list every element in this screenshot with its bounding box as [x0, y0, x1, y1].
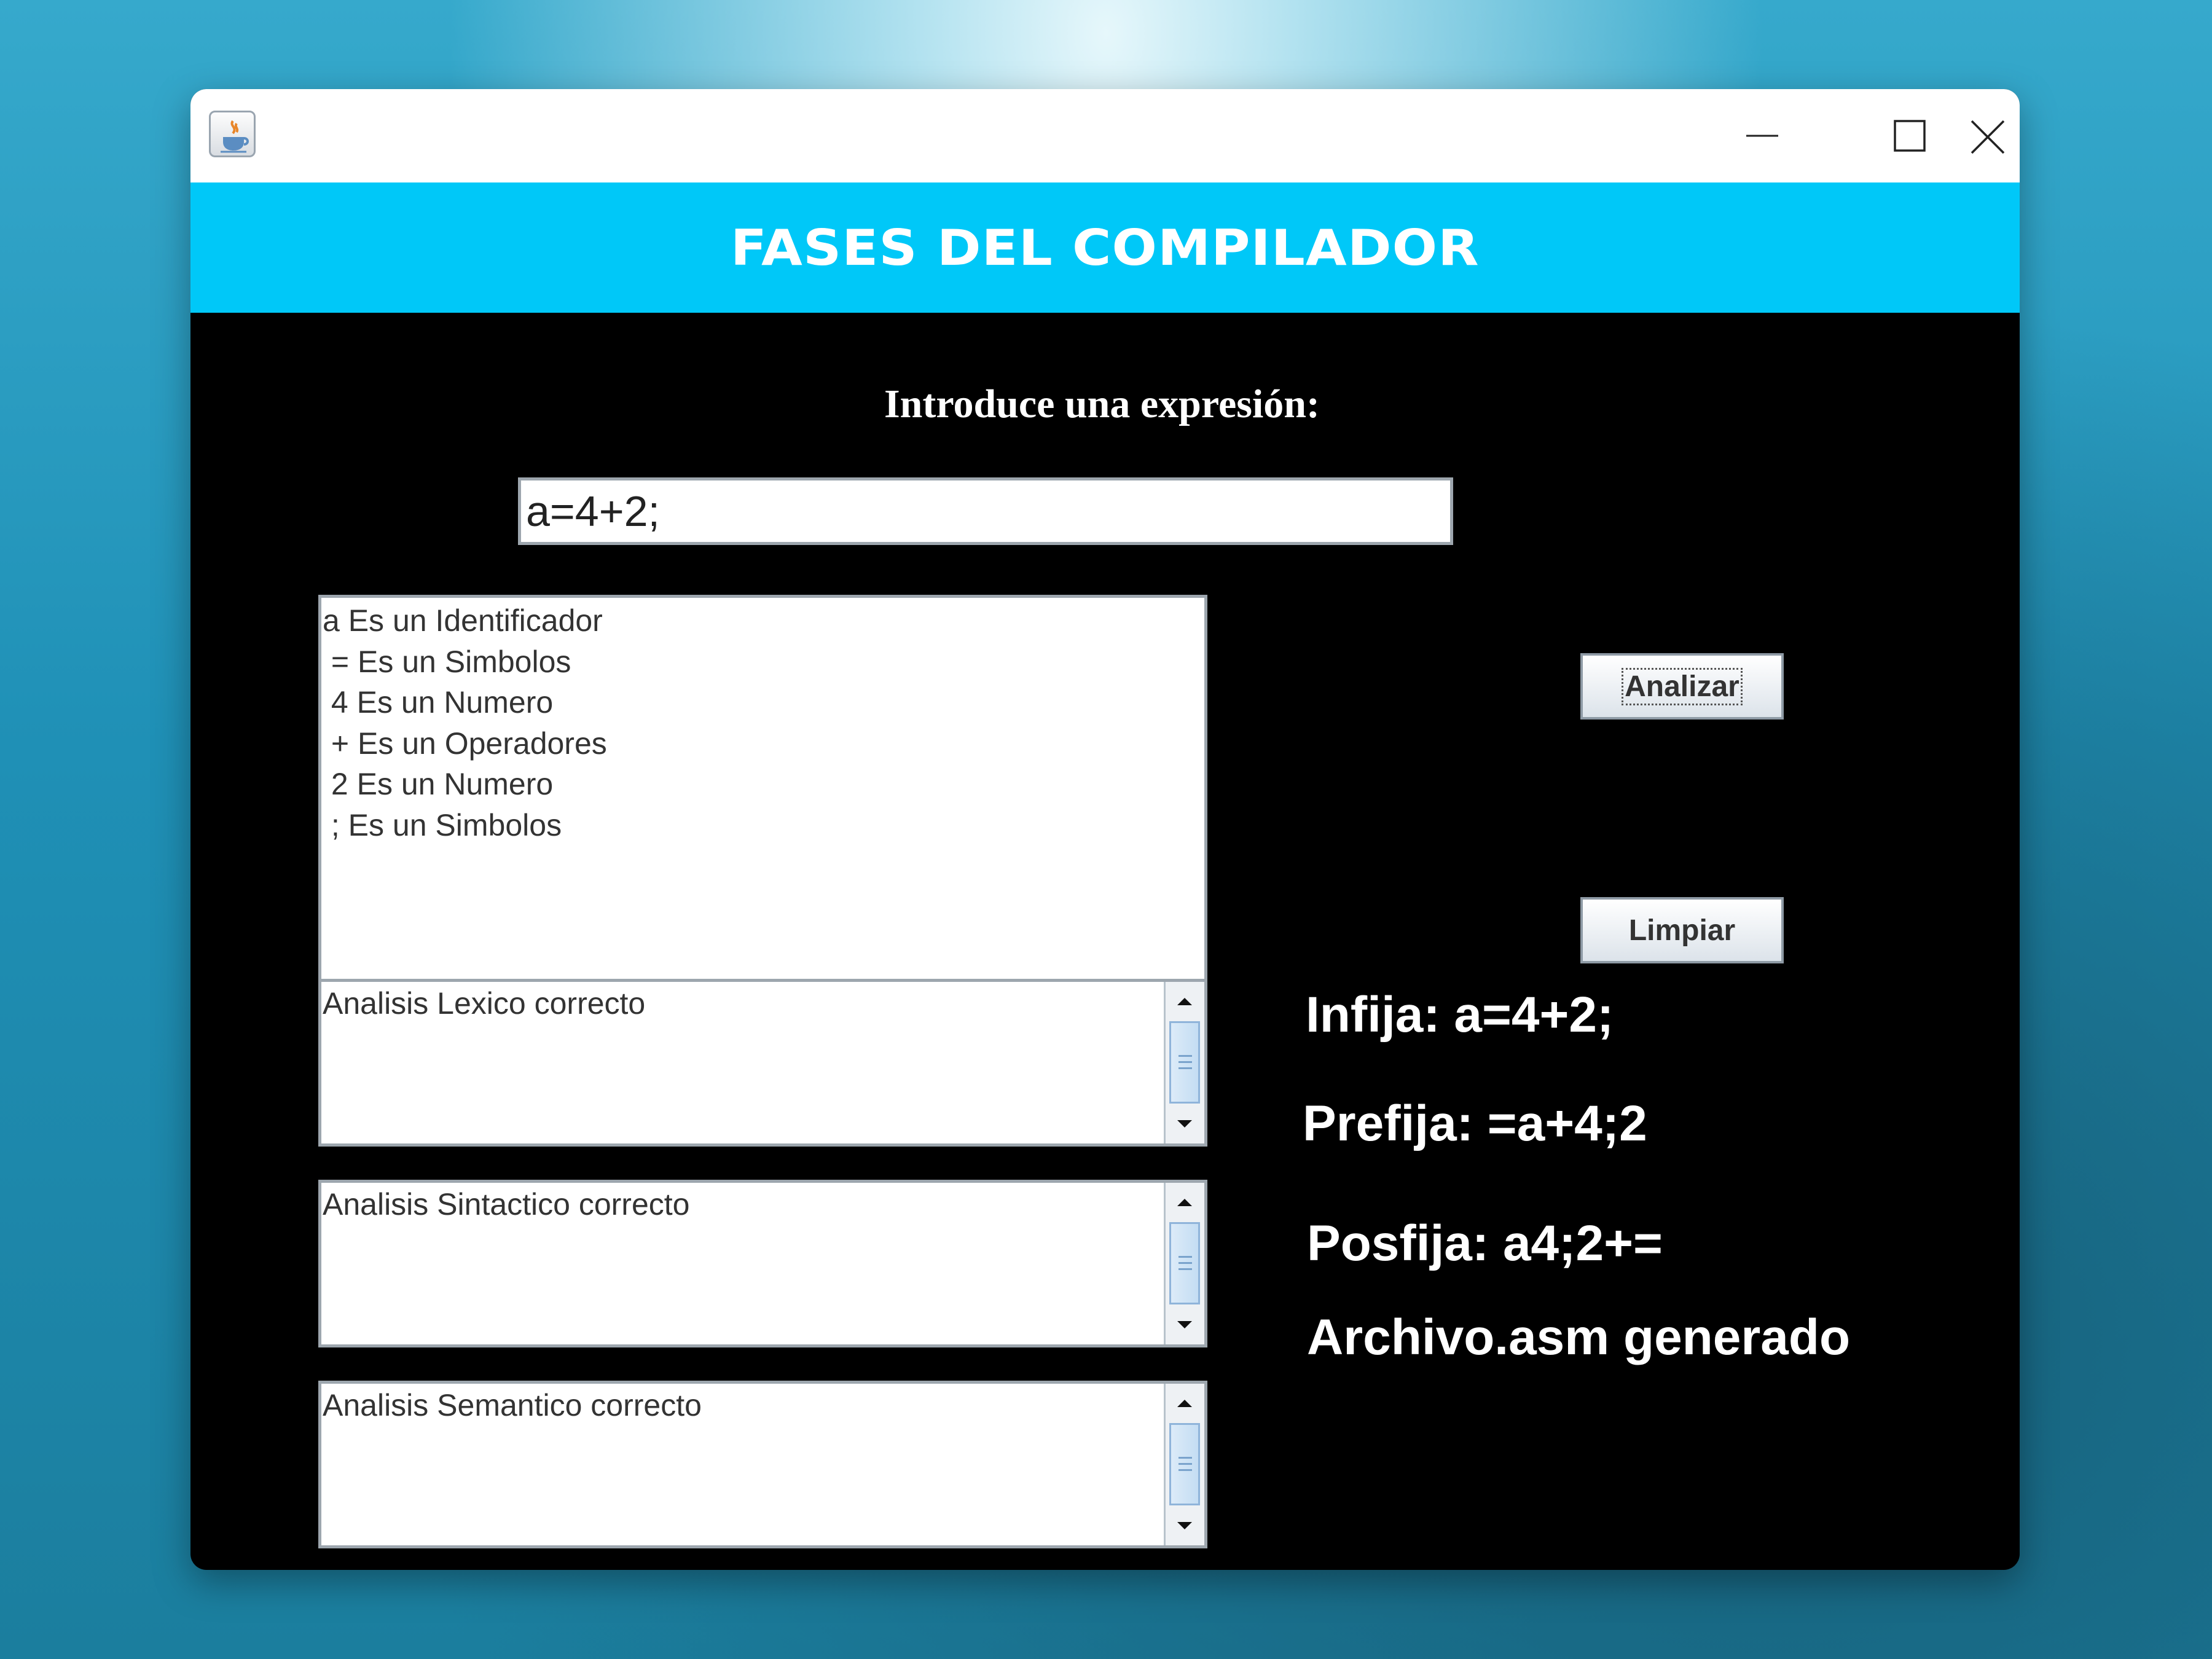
scroll-thumb[interactable] — [1169, 1021, 1200, 1104]
lexico-scrollbar[interactable] — [1164, 982, 1204, 1143]
infija-label: Infija: a=4+2; — [1306, 987, 1614, 1043]
scroll-thumb[interactable] — [1169, 1222, 1200, 1304]
scroll-down-icon[interactable] — [1168, 1308, 1201, 1342]
title-bar — [190, 89, 2020, 182]
limpiar-button[interactable]: Limpiar — [1580, 897, 1784, 963]
scroll-thumb[interactable] — [1169, 1423, 1200, 1505]
minimize-button[interactable] — [1688, 89, 1836, 182]
sintactico-result-text: Analisis Sintactico correcto — [323, 1187, 690, 1222]
analizar-button-label: Analizar — [1622, 667, 1743, 705]
lexico-result-area[interactable]: Analisis Lexico correcto — [318, 979, 1207, 1147]
token-line: = Es un Simbolos — [323, 644, 571, 679]
scroll-up-icon[interactable] — [1168, 1185, 1201, 1220]
close-button[interactable] — [1971, 89, 2020, 182]
scroll-down-icon[interactable] — [1168, 1508, 1201, 1543]
minimize-icon — [1746, 135, 1778, 137]
sintactico-result-area[interactable]: Analisis Sintactico correcto — [318, 1180, 1207, 1347]
archivo-status-label: Archivo.asm generado — [1307, 1309, 1851, 1365]
java-app-icon[interactable] — [209, 111, 256, 157]
semantico-result-text: Analisis Semantico correcto — [323, 1388, 702, 1422]
sintactico-scrollbar[interactable] — [1164, 1183, 1204, 1344]
prefija-label: Prefija: =a+4;2 — [1303, 1096, 1647, 1151]
semantico-scrollbar[interactable] — [1164, 1384, 1204, 1545]
expression-input[interactable] — [518, 477, 1453, 545]
expression-prompt: Introduce una expresión: — [190, 381, 2020, 428]
scroll-up-icon[interactable] — [1168, 1386, 1201, 1421]
token-line: 4 Es un Numero — [323, 685, 554, 720]
maximize-button[interactable] — [1836, 89, 1983, 182]
lexico-result-text: Analisis Lexico correcto — [323, 986, 646, 1021]
token-line: 2 Es un Numero — [323, 767, 554, 801]
scroll-up-icon[interactable] — [1168, 984, 1201, 1019]
page-title: FASES DEL COMPILADOR — [731, 219, 1480, 276]
token-line: + Es un Operadores — [323, 726, 607, 761]
posfija-label: Posfija: a4;2+= — [1307, 1215, 1663, 1271]
scroll-down-icon[interactable] — [1168, 1107, 1201, 1141]
maximize-icon — [1894, 120, 1926, 152]
close-icon — [1971, 120, 2005, 154]
semantico-result-area[interactable]: Analisis Semantico correcto — [318, 1381, 1207, 1548]
limpiar-button-label: Limpiar — [1628, 914, 1736, 947]
app-window: FASES DEL COMPILADOR Introduce una expre… — [190, 89, 2020, 1570]
header-banner: FASES DEL COMPILADOR — [190, 182, 2020, 313]
token-line: ; Es un Simbolos — [323, 807, 562, 842]
expression-prompt-label: Introduce una expresión: — [884, 382, 1320, 426]
analizar-button[interactable]: Analizar — [1580, 653, 1784, 720]
token-line: a Es un Identificador — [323, 603, 603, 638]
